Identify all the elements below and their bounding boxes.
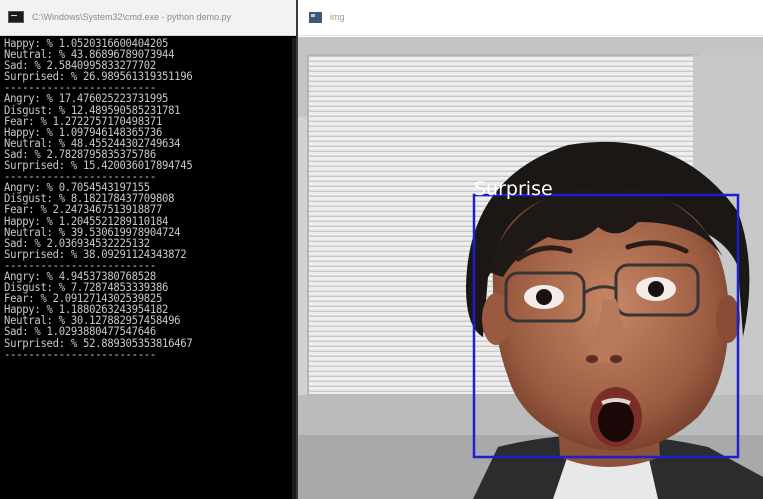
- console-output[interactable]: Happy: % 1.0520316600404205 Neutral: % 43…: [0, 38, 292, 499]
- console-titlebar[interactable]: C:\Windows\System32\cmd.exe - python dem…: [0, 0, 296, 36]
- console-window: C:\Windows\System32\cmd.exe - python dem…: [0, 0, 296, 499]
- camera-frame: Surprise: [298, 37, 763, 499]
- console-title: C:\Windows\System32\cmd.exe - python dem…: [32, 12, 232, 22]
- image-window-icon: [309, 12, 322, 23]
- image-window: img Surprise: [296, 0, 763, 499]
- emotion-label: Surprise: [474, 178, 553, 200]
- console-line: -------------------------: [4, 347, 156, 361]
- image-titlebar[interactable]: img: [298, 0, 763, 36]
- console-window-icon: [8, 11, 24, 23]
- camera-frame-drawing: Surprise: [298, 37, 763, 499]
- image-title: img: [330, 12, 345, 22]
